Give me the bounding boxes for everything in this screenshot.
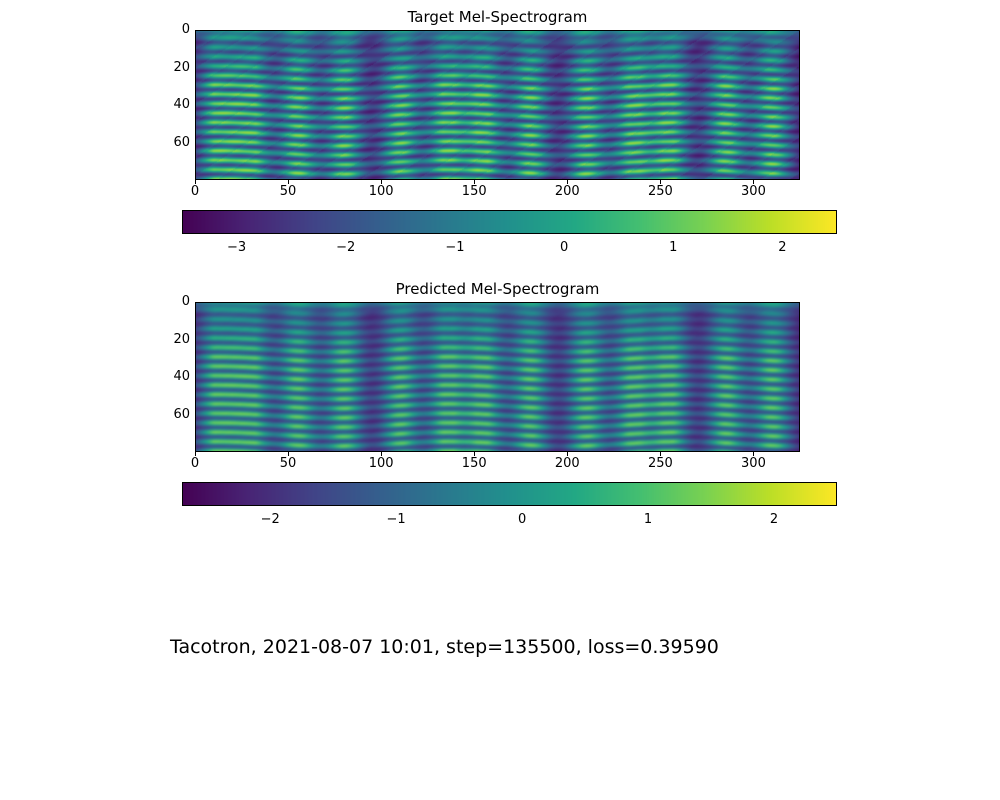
y-tick: 60 — [150, 407, 190, 422]
x-tick: 250 — [640, 184, 680, 199]
panel-2-xticks: 050100150200250300 — [195, 456, 800, 476]
x-tick: 0 — [175, 456, 215, 471]
colorbar-tick: −3 — [217, 240, 257, 255]
y-tick: 20 — [150, 60, 190, 75]
colorbar-tick: −1 — [376, 512, 416, 527]
panel-1-xticks: 050100150200250300 — [195, 184, 800, 204]
panel-1-colorbar-ticks: −3 −2 −1 0 1 2 — [182, 238, 837, 258]
x-tick: 100 — [361, 456, 401, 471]
x-tick: 200 — [547, 456, 587, 471]
x-tick: 50 — [268, 456, 308, 471]
y-tick: 60 — [150, 135, 190, 150]
y-tick: 20 — [150, 332, 190, 347]
panel-2-title: Predicted Mel-Spectrogram — [195, 280, 800, 298]
colorbar-tick: −2 — [250, 512, 290, 527]
colorbar-tick: 1 — [653, 240, 693, 255]
y-tick: 0 — [150, 294, 190, 309]
colorbar-tick: −2 — [326, 240, 366, 255]
colorbar-tick: 1 — [628, 512, 668, 527]
x-tick: 150 — [454, 456, 494, 471]
x-tick: 150 — [454, 184, 494, 199]
x-tick: 50 — [268, 184, 308, 199]
colorbar-tick: 0 — [502, 512, 542, 527]
x-tick: 100 — [361, 184, 401, 199]
panel-2-colorbar — [182, 482, 837, 506]
x-tick: 200 — [547, 184, 587, 199]
y-tick: 40 — [150, 97, 190, 112]
figure: Target Mel-Spectrogram 0204060 050100150… — [0, 0, 1000, 800]
x-tick: 250 — [640, 456, 680, 471]
x-tick: 0 — [175, 184, 215, 199]
target-spectrogram-image — [195, 30, 800, 180]
y-tick: 0 — [150, 22, 190, 37]
predicted-spectrogram-image — [195, 302, 800, 452]
colorbar-tick: 0 — [544, 240, 584, 255]
x-tick: 300 — [733, 456, 773, 471]
figure-caption: Tacotron, 2021-08-07 10:01, step=135500,… — [170, 636, 719, 658]
y-tick: 40 — [150, 369, 190, 384]
colorbar-tick: 2 — [762, 240, 802, 255]
panel-1-colorbar — [182, 210, 837, 234]
panel-2-colorbar-ticks: −2 −1 0 1 2 — [182, 510, 837, 530]
colorbar-tick: 2 — [754, 512, 794, 527]
x-tick: 300 — [733, 184, 773, 199]
panel-1-title: Target Mel-Spectrogram — [195, 8, 800, 26]
panel-2-yticks: 0204060 — [150, 302, 190, 452]
colorbar-tick: −1 — [435, 240, 475, 255]
panel-1-yticks: 0204060 — [150, 30, 190, 180]
